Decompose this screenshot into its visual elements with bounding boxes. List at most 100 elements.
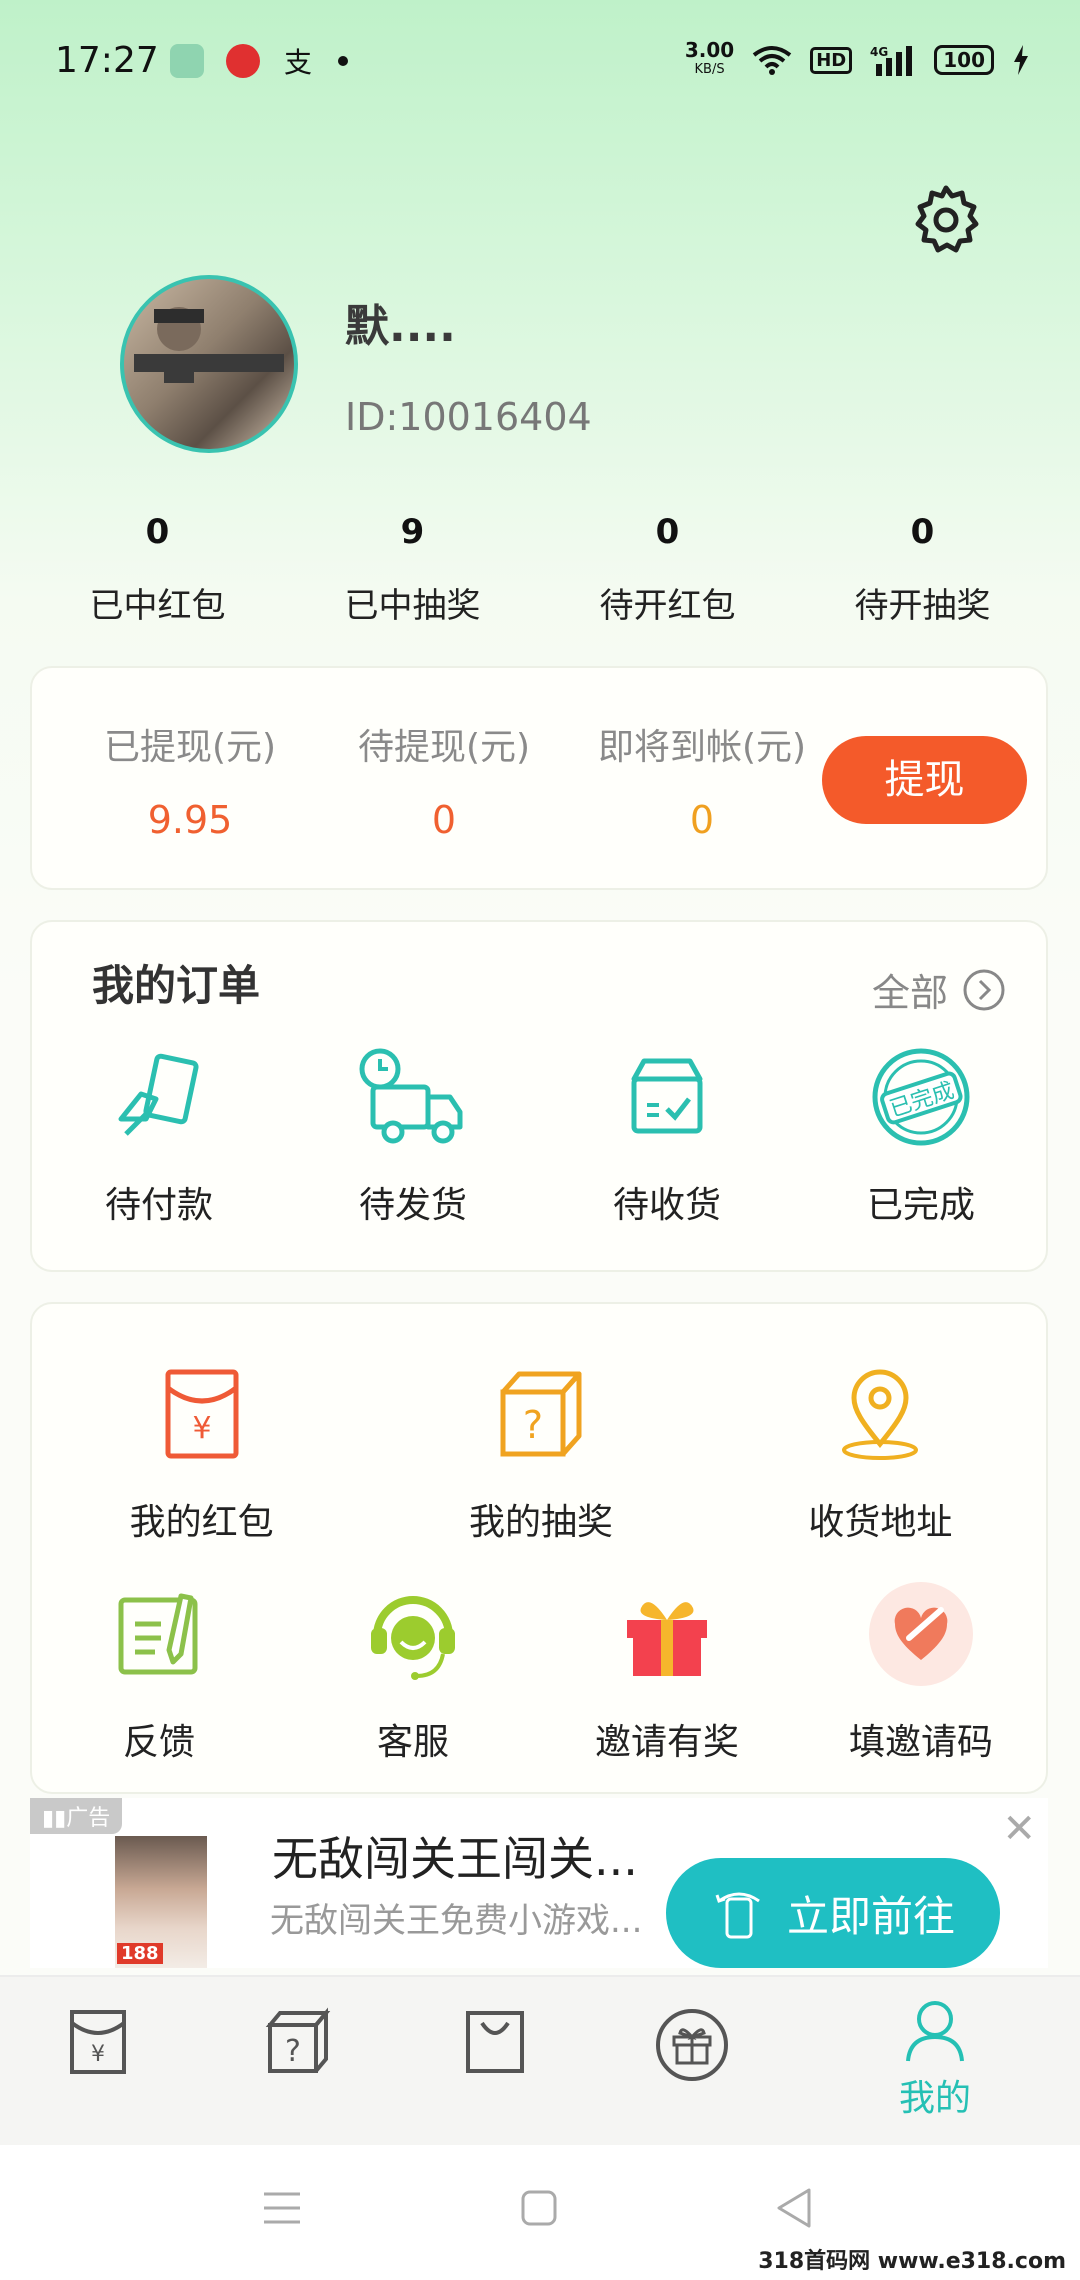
truck-icon — [359, 1048, 463, 1144]
tool-customer-service[interactable]: 客服 — [286, 1579, 540, 1765]
order-label: 待发货 — [358, 1185, 467, 1226]
order-pending-payment[interactable]: 待付款 — [32, 1042, 286, 1228]
tool-label: 反馈 — [122, 1722, 195, 1763]
user-icon — [906, 2001, 964, 2062]
customer-service-icon — [371, 1596, 455, 1680]
order-label: 待收货 — [612, 1185, 721, 1226]
mystery-box-icon: ? — [500, 1371, 582, 1457]
tools-row-2: 反馈 客服 邀请有奖 填邀请码 — [32, 1579, 1050, 1765]
tool-label: 我的抽奖 — [468, 1502, 613, 1543]
payment-icon — [118, 1053, 199, 1136]
settings-gear-icon[interactable] — [910, 182, 982, 254]
nav-shop[interactable] — [435, 2007, 555, 2081]
nav-mine[interactable]: 我的 — [875, 1997, 995, 2121]
phone-icon — [715, 1892, 760, 1939]
stat-value: 0 — [910, 512, 935, 552]
tool-label: 邀请有奖 — [594, 1722, 739, 1763]
pending-label: 待提现(元) — [357, 727, 531, 768]
svg-text:4G: 4G — [870, 45, 888, 59]
app-notification-icon — [170, 44, 204, 78]
stat-label: 已中抽奖 — [344, 586, 481, 626]
tool-my-red-packets[interactable]: ¥ 我的红包 — [32, 1359, 371, 1545]
order-completed[interactable]: 已完成 已完成 — [794, 1042, 1048, 1228]
stats-row: 0 已中红包 9 已中抽奖 0 待开红包 0 待开抽奖 — [0, 508, 1080, 627]
tool-label: 收货地址 — [808, 1502, 953, 1543]
ad-description: 无敌闯关王免费小游戏... — [270, 1901, 643, 1941]
invite-code-icon — [869, 1582, 973, 1686]
gift-circle-icon — [656, 2009, 728, 2081]
ad-tag: ▮▮广告 — [30, 1798, 123, 1834]
order-pending-shipment[interactable]: 待发货 — [286, 1042, 540, 1228]
orders-all-link[interactable]: 全部 — [872, 962, 1006, 1017]
orders-status-row: 待付款 待发货 待收货 已完成 已完成 — [32, 1042, 1050, 1228]
ad-go-label: 立即前往 — [786, 1891, 955, 1941]
mystery-box-icon: ? — [265, 2007, 331, 2073]
stat-won-red-packets[interactable]: 0 已中红包 — [30, 508, 285, 627]
withdrawn-amount: 已提现(元) 9.95 — [60, 718, 320, 842]
username: 默.... — [345, 301, 456, 352]
svg-text:¥: ¥ — [192, 1411, 211, 1446]
ad-title: 无敌闯关王闯关... — [272, 1832, 638, 1886]
stat-label: 待开抽奖 — [854, 586, 991, 626]
gift-icon — [627, 1602, 707, 1676]
tools-row-1: ¥ 我的红包 ? 我的抽奖 收货地址 — [32, 1359, 1050, 1545]
tool-feedback[interactable]: 反馈 — [32, 1579, 286, 1765]
box-icon — [631, 1058, 703, 1134]
order-pending-receipt[interactable]: 待收货 — [540, 1042, 794, 1228]
avatar[interactable] — [120, 275, 298, 453]
tool-invite-rewards[interactable]: 邀请有奖 — [540, 1579, 794, 1765]
ad-image: 188 — [115, 1836, 207, 1968]
stat-value: 9 — [400, 512, 425, 552]
incoming-label: 即将到帐(元) — [597, 727, 807, 768]
signal-icon: 4G — [870, 45, 913, 76]
orders-card: 我的订单 全部 待付款 待发货 待收货 已完成 已完成 — [30, 920, 1048, 1272]
withdrawn-label: 已提现(元) — [103, 727, 277, 768]
stat-pending-red-packets[interactable]: 0 待开红包 — [540, 508, 795, 627]
status-notification-icons: 支 — [170, 44, 348, 78]
svg-text:?: ? — [523, 1403, 543, 1447]
tool-enter-invite-code[interactable]: 填邀请码 — [794, 1579, 1048, 1765]
dot-icon — [338, 56, 348, 66]
close-icon[interactable]: ✕ — [1002, 1806, 1036, 1852]
incoming-value: 0 — [689, 798, 715, 842]
pending-value: 0 — [431, 798, 457, 842]
balance-card: 已提现(元) 9.95 待提现(元) 0 即将到帐(元) 0 提现 — [30, 666, 1048, 890]
tool-label: 填邀请码 — [848, 1722, 993, 1763]
shopping-bag-icon — [466, 2011, 524, 2073]
tool-shipping-address[interactable]: 收货地址 — [711, 1359, 1050, 1545]
menu-icon[interactable] — [262, 2190, 302, 2226]
charging-icon — [1014, 45, 1028, 75]
hd-icon: HD — [810, 46, 853, 74]
wifi-icon — [753, 46, 792, 75]
nav-gifts[interactable] — [632, 2007, 752, 2087]
orders-all-label: 全部 — [871, 971, 948, 1015]
completed-stamp-icon: 已完成 — [872, 1048, 970, 1146]
ad-go-button[interactable]: 立即前往 — [666, 1858, 1000, 1968]
bottom-nav: ¥ ? 我的 — [0, 1975, 1080, 2147]
alipay-icon: 支 — [284, 46, 312, 78]
nav-red-packets[interactable]: ¥ — [38, 2007, 158, 2081]
withdraw-button[interactable]: 提现 — [822, 736, 1027, 824]
watermark: 318首码网 www.e318.com — [752, 2243, 1072, 2275]
stat-won-lottery[interactable]: 9 已中抽奖 — [285, 508, 540, 627]
order-label: 待付款 — [104, 1185, 213, 1226]
chevron-right-circle-icon — [963, 969, 1005, 1010]
home-icon[interactable] — [520, 2189, 558, 2227]
pending-amount: 待提现(元) 0 — [314, 718, 574, 842]
tool-label: 我的红包 — [129, 1502, 274, 1543]
stat-label: 待开红包 — [599, 586, 736, 626]
withdrawn-value: 9.95 — [147, 798, 233, 842]
order-label: 已完成 — [866, 1185, 975, 1226]
stat-value: 0 — [655, 512, 680, 552]
tool-my-lottery[interactable]: ? 我的抽奖 — [371, 1359, 710, 1545]
ad-image-badge: 188 — [117, 1943, 163, 1964]
ad-banner[interactable]: ▮▮广告 188 无敌闯关王闯关... 无敌闯关王免费小游戏... ✕ 立即前往 — [30, 1798, 1048, 1968]
battery-icon: 100 — [934, 45, 994, 75]
back-icon[interactable] — [775, 2187, 815, 2229]
nav-lottery[interactable]: ? — [237, 2007, 357, 2081]
tool-label: 客服 — [376, 1722, 449, 1763]
stat-value: 0 — [145, 512, 170, 552]
stat-pending-lottery[interactable]: 0 待开抽奖 — [795, 508, 1050, 627]
status-time: 17:27 — [55, 40, 159, 81]
red-packet-icon: ¥ — [70, 2010, 126, 2074]
